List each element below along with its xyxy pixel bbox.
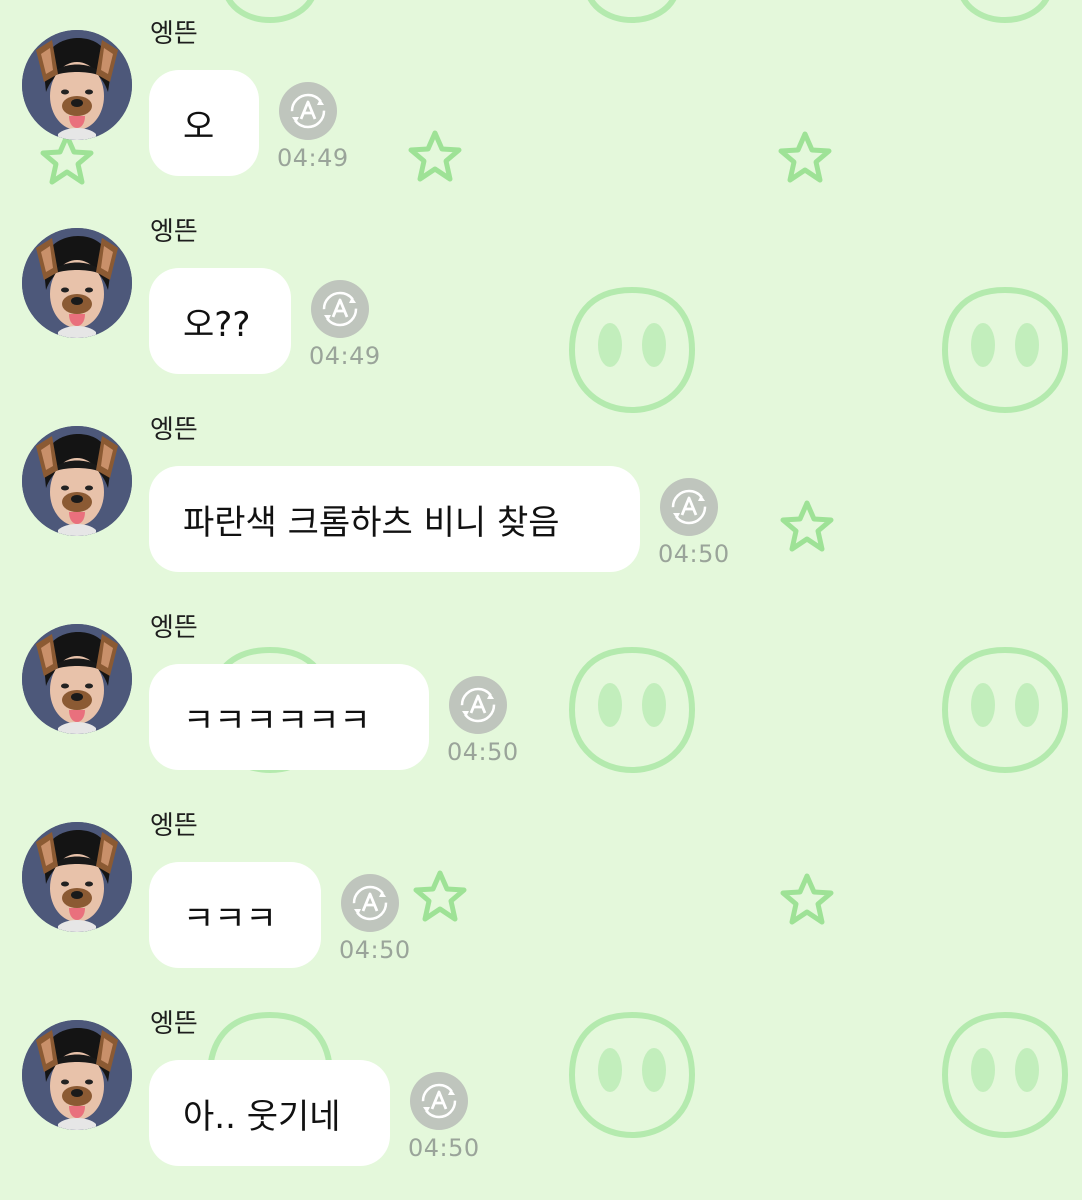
message-text: ㅋㅋㅋ xyxy=(183,898,277,939)
message-row: 엥뜬파란색 크롬하츠 비니 찾음 04:50 xyxy=(0,396,1082,586)
message-meta: 04:49 xyxy=(309,280,409,370)
avatar[interactable] xyxy=(22,30,132,140)
message-meta: 04:50 xyxy=(408,1072,508,1162)
message-meta: 04:50 xyxy=(447,676,547,766)
translate-icon[interactable] xyxy=(660,478,718,536)
message-bubble[interactable]: 오?? xyxy=(149,268,291,374)
message-bubble[interactable]: ㅋㅋㅋㅋㅋㅋ xyxy=(149,664,429,770)
message-meta: 04:49 xyxy=(277,82,377,172)
message-bubble[interactable]: 파란색 크롬하츠 비니 찾음 xyxy=(149,466,640,572)
message-text: ㅋㅋㅋㅋㅋㅋ xyxy=(183,700,371,741)
message-row: 엥뜬오?? 04:49 xyxy=(0,198,1082,388)
message-row: 엥뜬오 04:49 xyxy=(0,0,1082,190)
message-time: 04:49 xyxy=(277,144,349,172)
message-bubble[interactable]: 오 xyxy=(149,70,259,176)
avatar[interactable] xyxy=(22,822,132,932)
sender-name: 엥뜬 xyxy=(150,415,198,445)
sender-name: 엥뜬 xyxy=(150,217,198,247)
message-text: 오 xyxy=(183,106,215,147)
message-row: 엥뜬 ㅋㅋㅋ 04:50 xyxy=(0,792,1082,982)
message-time: 04:50 xyxy=(339,936,411,964)
translate-icon[interactable] xyxy=(449,676,507,734)
translate-icon[interactable] xyxy=(311,280,369,338)
sender-name: 엥뜬 xyxy=(150,811,198,841)
avatar[interactable] xyxy=(22,228,132,338)
sender-name: 엥뜬 xyxy=(150,1009,198,1039)
message-meta: 04:50 xyxy=(339,874,439,964)
sender-name: 엥뜬 xyxy=(150,613,198,643)
message-text: 파란색 크롬하츠 비니 찾음 xyxy=(183,502,560,543)
avatar[interactable] xyxy=(22,1020,132,1130)
message-time: 04:50 xyxy=(658,540,730,568)
message-row: 엥뜬 ㅋㅋㅋㅋㅋㅋ 04:50 xyxy=(0,594,1082,784)
message-text: 아.. 웃기네 xyxy=(183,1096,341,1137)
message-meta: 04:50 xyxy=(658,478,758,568)
sender-name: 엥뜬 xyxy=(150,19,198,49)
message-bubble[interactable]: 아.. 웃기네 xyxy=(149,1060,390,1166)
translate-icon[interactable] xyxy=(410,1072,468,1130)
message-row: 엥뜬아.. 웃기네 04:50 xyxy=(0,990,1082,1180)
message-bubble[interactable]: ㅋㅋㅋ xyxy=(149,862,321,968)
avatar[interactable] xyxy=(22,624,132,734)
translate-icon[interactable] xyxy=(279,82,337,140)
message-time: 04:50 xyxy=(408,1134,480,1162)
message-text: 오?? xyxy=(183,304,251,345)
avatar[interactable] xyxy=(22,426,132,536)
message-time: 04:50 xyxy=(447,738,519,766)
translate-icon[interactable] xyxy=(341,874,399,932)
message-time: 04:49 xyxy=(309,342,381,370)
